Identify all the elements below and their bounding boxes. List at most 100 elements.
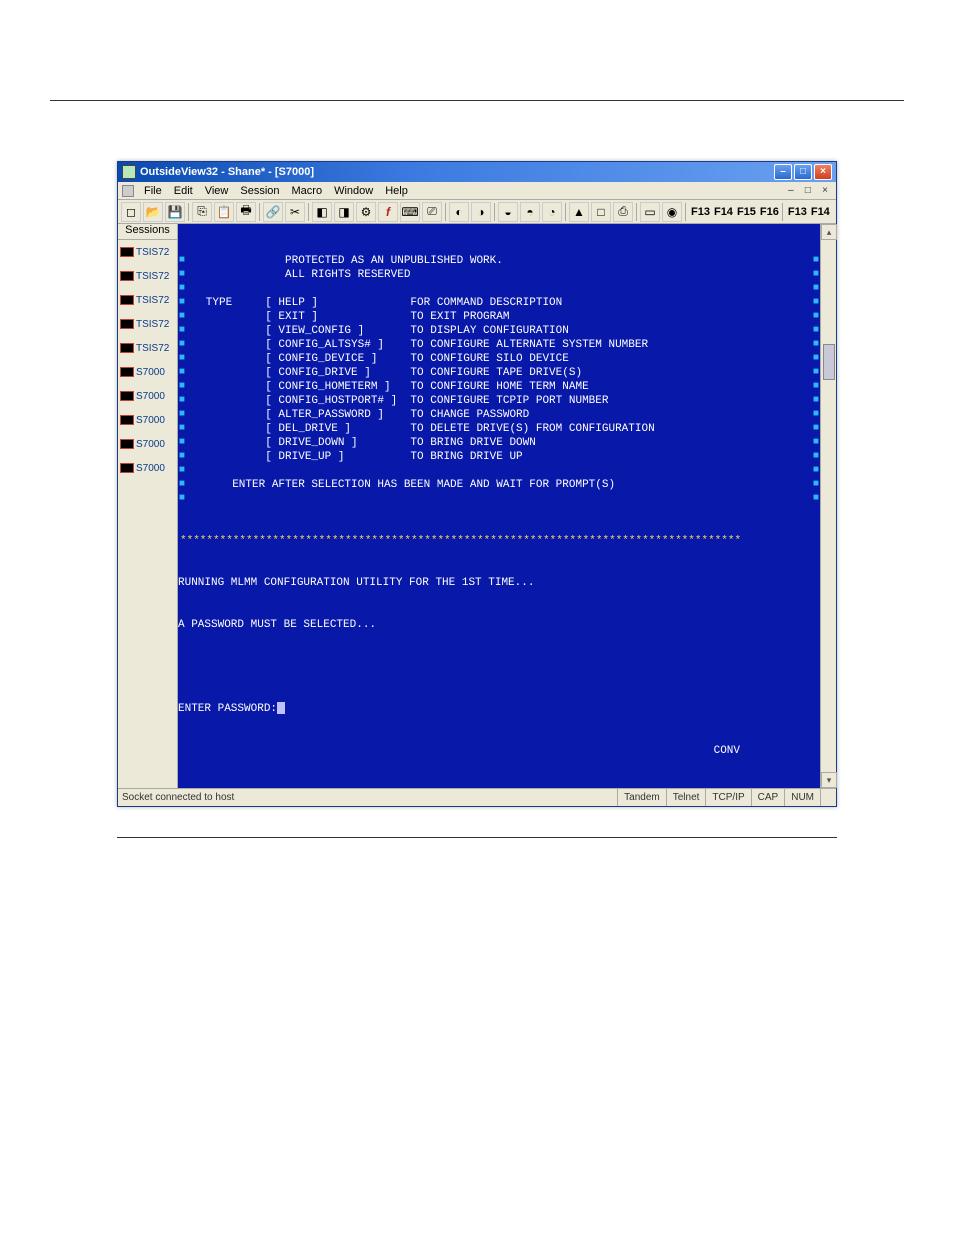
- menu-window[interactable]: Window: [328, 185, 379, 197]
- fkey-f16[interactable]: F16: [759, 206, 780, 218]
- save-button[interactable]: 💾: [165, 202, 185, 222]
- page-top-rule: [50, 100, 904, 101]
- line-marker-left-icon: ■: [178, 478, 186, 492]
- tool-button-1[interactable]: ◧: [312, 202, 332, 222]
- mdi-window-controls: – □ ×: [784, 184, 832, 197]
- session-item-tsis72-1[interactable]: TSIS72: [118, 264, 177, 288]
- scroll-thumb[interactable]: [823, 344, 835, 380]
- menu-view[interactable]: View: [199, 185, 235, 197]
- terminal-line: ■ [ CONFIG_DRIVE ] TO CONFIGURE TAPE DRI…: [178, 366, 820, 380]
- menu-session[interactable]: Session: [234, 185, 285, 197]
- terminal-text: [ VIEW_CONFIG ] TO DISPLAY CONFIGURATION: [186, 324, 812, 338]
- line-marker-right-icon: ■: [812, 492, 820, 506]
- tool-button-8[interactable]: ◒: [498, 202, 518, 222]
- session-item-s7000-6[interactable]: S7000: [118, 384, 177, 408]
- line-marker-left-icon: ■: [178, 450, 186, 464]
- menu-help[interactable]: Help: [379, 185, 414, 197]
- disconnect-button[interactable]: ✂: [285, 202, 305, 222]
- paste-button[interactable]: 📋: [214, 202, 234, 222]
- fkey-f13[interactable]: F13: [690, 206, 711, 218]
- session-item-tsis72-3[interactable]: TSIS72: [118, 312, 177, 336]
- fkey-f13b[interactable]: F13: [787, 206, 808, 218]
- mdi-minimize-button[interactable]: –: [784, 185, 798, 197]
- menu-macro[interactable]: Macro: [286, 185, 329, 197]
- terminal-icon: [120, 295, 134, 305]
- line-marker-left-icon: ■: [178, 422, 186, 436]
- terminal-line: ■ ENTER AFTER SELECTION HAS BEEN MADE AN…: [178, 478, 820, 492]
- tool-button-7[interactable]: ◑: [471, 202, 491, 222]
- line-marker-left-icon: ■: [178, 310, 186, 324]
- terminal-conv-indicator: CONV: [178, 744, 820, 758]
- tool-button-14[interactable]: ▭: [640, 202, 660, 222]
- status-tandem: Tandem: [617, 789, 666, 806]
- tool-button-10[interactable]: ◔: [542, 202, 562, 222]
- scroll-down-button[interactable]: ▾: [821, 772, 837, 788]
- open-button[interactable]: 📂: [143, 202, 163, 222]
- minimize-button[interactable]: –: [774, 164, 792, 180]
- vertical-scrollbar[interactable]: ▴ ▾: [820, 224, 836, 788]
- terminal-screen[interactable]: ■ PROTECTED AS AN UNPUBLISHED WORK.■■ AL…: [178, 224, 820, 788]
- menu-edit[interactable]: Edit: [168, 185, 199, 197]
- mdi-close-button[interactable]: ×: [818, 185, 832, 197]
- status-num: NUM: [784, 789, 820, 806]
- line-marker-right-icon: ■: [812, 254, 820, 268]
- terminal-icon: [120, 247, 134, 257]
- terminal-text: ENTER AFTER SELECTION HAS BEEN MADE AND …: [186, 478, 812, 492]
- terminal-line: ■ [ CONFIG_DEVICE ] TO CONFIGURE SILO DE…: [178, 352, 820, 366]
- tool-button-15[interactable]: ◉: [662, 202, 682, 222]
- session-item-tsis72-2[interactable]: TSIS72: [118, 288, 177, 312]
- line-marker-left-icon: ■: [178, 436, 186, 450]
- session-item-s7000-5[interactable]: S7000: [118, 360, 177, 384]
- maximize-button[interactable]: □: [794, 164, 812, 180]
- tool-button-11[interactable]: ▲: [569, 202, 589, 222]
- fkey-f14b[interactable]: F14: [810, 206, 831, 218]
- terminal-text: [ CONFIG_DEVICE ] TO CONFIGURE SILO DEVI…: [186, 352, 812, 366]
- session-item-s7000-8[interactable]: S7000: [118, 432, 177, 456]
- new-button[interactable]: ◻: [121, 202, 141, 222]
- menu-bar: File Edit View Session Macro Window Help…: [118, 182, 836, 200]
- connect-button[interactable]: 🔗: [263, 202, 283, 222]
- terminal-icon: [120, 439, 134, 449]
- scroll-up-button[interactable]: ▴: [821, 224, 837, 240]
- close-button[interactable]: ×: [814, 164, 832, 180]
- tool-button-12[interactable]: □: [591, 202, 611, 222]
- terminal-line: ■■: [178, 282, 820, 296]
- terminal-text: [ ALTER_PASSWORD ] TO CHANGE PASSWORD: [186, 408, 812, 422]
- line-marker-right-icon: ■: [812, 324, 820, 338]
- session-item-s7000-7[interactable]: S7000: [118, 408, 177, 432]
- mdi-restore-button[interactable]: □: [801, 185, 815, 197]
- menu-file[interactable]: File: [138, 185, 168, 197]
- session-label: S7000: [136, 439, 165, 450]
- session-item-tsis72-0[interactable]: TSIS72: [118, 240, 177, 264]
- fkey-f15[interactable]: F15: [736, 206, 757, 218]
- terminal-line: ■■: [178, 492, 820, 506]
- terminal-line: ■ [ DRIVE_DOWN ] TO BRING DRIVE DOWN■: [178, 436, 820, 450]
- terminal-text: [ DRIVE_UP ] TO BRING DRIVE UP: [186, 450, 812, 464]
- tool-button-3[interactable]: ⚙: [356, 202, 376, 222]
- session-item-tsis72-4[interactable]: TSIS72: [118, 336, 177, 360]
- terminal-password-prompt: ENTER PASSWORD:: [178, 702, 820, 716]
- print-button[interactable]: 🖶: [236, 202, 256, 222]
- line-marker-right-icon: ■: [812, 436, 820, 450]
- tool-button-5[interactable]: ⎚: [422, 202, 442, 222]
- terminal-text: [ CONFIG_ALTSYS# ] TO CONFIGURE ALTERNAT…: [186, 338, 812, 352]
- terminal-icon: [120, 343, 134, 353]
- tool-button-6[interactable]: ◐: [449, 202, 469, 222]
- status-grip: [820, 789, 836, 806]
- terminal-line: ■ [ CONFIG_HOMETERM ] TO CONFIGURE HOME …: [178, 380, 820, 394]
- tool-button-9[interactable]: ◓: [520, 202, 540, 222]
- terminal-running-line-1: RUNNING MLMM CONFIGURATION UTILITY FOR T…: [178, 576, 820, 590]
- line-marker-left-icon: ■: [178, 408, 186, 422]
- session-item-s7000-9[interactable]: S7000: [118, 456, 177, 480]
- terminal-line: ■ [ ALTER_PASSWORD ] TO CHANGE PASSWORD■: [178, 408, 820, 422]
- tool-button-4[interactable]: ⌨: [400, 202, 420, 222]
- tool-button-2[interactable]: ◨: [334, 202, 354, 222]
- tool-button-f[interactable]: f: [378, 202, 398, 222]
- line-marker-left-icon: ■: [178, 366, 186, 380]
- copy-button[interactable]: ⎘: [192, 202, 212, 222]
- tool-button-13[interactable]: ⎙: [613, 202, 633, 222]
- terminal-line: ■ [ CONFIG_HOSTPORT# ] TO CONFIGURE TCPI…: [178, 394, 820, 408]
- fkey-f14[interactable]: F14: [713, 206, 734, 218]
- terminal-text: [ CONFIG_HOMETERM ] TO CONFIGURE HOME TE…: [186, 380, 812, 394]
- line-marker-right-icon: ■: [812, 380, 820, 394]
